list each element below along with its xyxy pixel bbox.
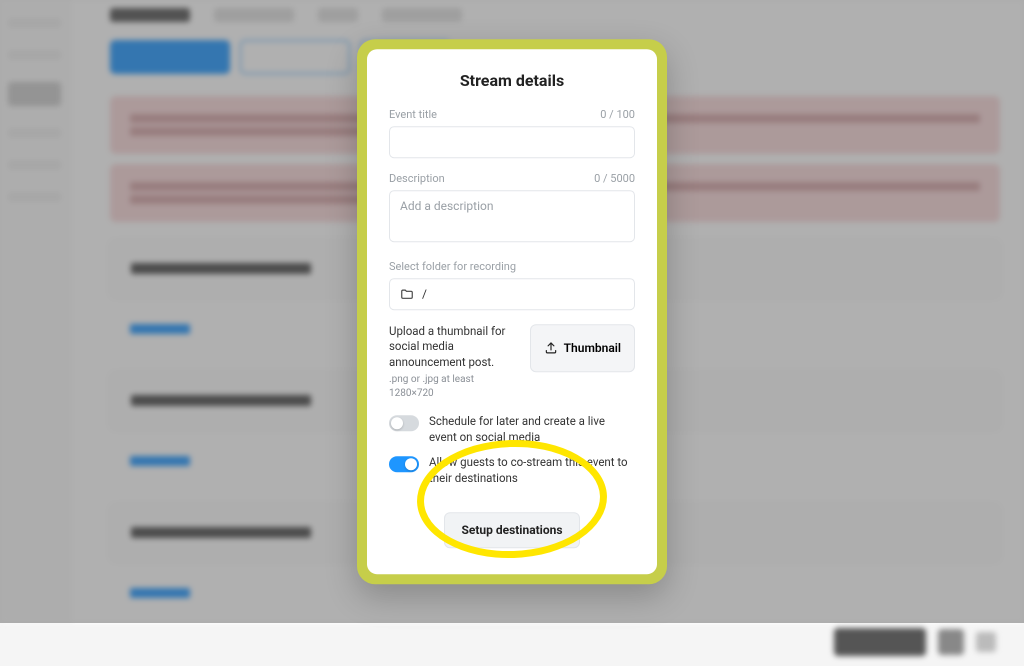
- costream-toggle-label: Allow guests to co-stream this event to …: [429, 455, 635, 486]
- schedule-toggle-label: Schedule for later and create a live eve…: [429, 414, 635, 445]
- open-studio-chip: [834, 628, 926, 656]
- modal-title: Stream details: [389, 71, 635, 90]
- folder-select[interactable]: /: [389, 278, 635, 310]
- description-block: Description 0 / 5000: [389, 172, 635, 246]
- folder-path: /: [422, 287, 427, 301]
- description-counter: 0 / 5000: [594, 172, 635, 185]
- setup-destinations-row: Setup destinations: [389, 512, 635, 548]
- thumbnail-caption: Upload a thumbnail for social media anno…: [389, 324, 505, 369]
- upload-icon: [544, 341, 558, 355]
- thumbnail-subtext: .png or .jpg at least 1280×720: [389, 373, 518, 400]
- schedule-toggle-row: Schedule for later and create a live eve…: [389, 414, 635, 445]
- thumbnail-text: Upload a thumbnail for social media anno…: [389, 324, 518, 401]
- icon-button: [938, 629, 964, 655]
- folder-block: Select folder for recording /: [389, 260, 635, 310]
- thumbnail-upload-button[interactable]: Thumbnail: [530, 324, 635, 372]
- stream-details-modal: Stream details Event title 0 / 100 Descr…: [367, 49, 657, 575]
- event-title-counter: 0 / 100: [600, 108, 635, 121]
- thumbnail-block: Upload a thumbnail for social media anno…: [389, 324, 635, 401]
- modal-highlight-frame: Stream details Event title 0 / 100 Descr…: [357, 39, 667, 585]
- costream-toggle[interactable]: [389, 456, 419, 472]
- folder-label: Select folder for recording: [389, 260, 516, 273]
- description-label: Description: [389, 172, 445, 185]
- schedule-toggle[interactable]: [389, 415, 419, 431]
- event-title-block: Event title 0 / 100: [389, 108, 635, 158]
- setup-destinations-button[interactable]: Setup destinations: [444, 512, 579, 548]
- costream-toggle-row: Allow guests to co-stream this event to …: [389, 455, 635, 486]
- thumbnail-button-label: Thumbnail: [564, 341, 621, 355]
- more-icon: [976, 632, 996, 652]
- row-footer: [110, 618, 1000, 666]
- description-input[interactable]: [389, 190, 635, 242]
- event-title-input[interactable]: [389, 126, 635, 158]
- event-title-label: Event title: [389, 108, 437, 121]
- folder-icon: [400, 287, 414, 301]
